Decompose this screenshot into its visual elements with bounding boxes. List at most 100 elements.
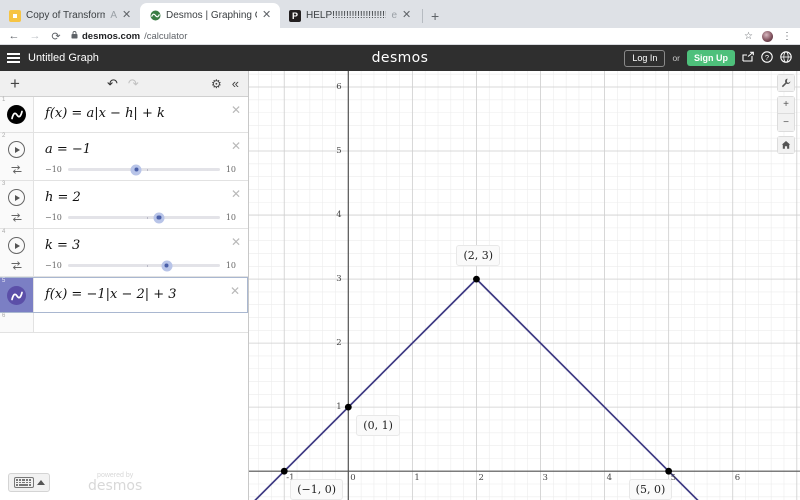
slider-k-track[interactable] [68, 264, 220, 267]
delete-expression-2-icon[interactable]: ✕ [231, 140, 241, 152]
y-tick-2: 2 [336, 338, 341, 348]
swap-icon[interactable] [11, 213, 22, 225]
browser-tab-1[interactable]: Desmos | Graphing Calculator ✕ [140, 3, 280, 28]
help-icon[interactable]: ? [761, 51, 773, 66]
slider-h-max: 10 [226, 213, 236, 222]
delete-expression-1-icon[interactable]: ✕ [231, 104, 241, 116]
expression-body-2[interactable]: a = −1 ✕ −10 10 [34, 133, 248, 180]
login-button[interactable]: Log In [624, 50, 665, 67]
browser-tab-0-close-icon[interactable]: ✕ [122, 10, 132, 21]
forward-icon[interactable]: → [29, 30, 41, 42]
slider-k-knob[interactable] [161, 260, 172, 271]
expression-row-2[interactable]: 2 a = −1 ✕ −10 10 [0, 133, 248, 181]
undo-icon[interactable]: ↶ [102, 77, 123, 90]
expression-gutter-2: 2 [0, 133, 34, 180]
expression-row-4[interactable]: 4 k = 3 ✕ −10 10 [0, 229, 248, 277]
expression-row-5[interactable]: 5 f(x) = −1|x − 2| + 3 ✕ [0, 277, 248, 313]
expression-math-1: f(x) = a|x − h| + k [45, 106, 165, 121]
graph-canvas[interactable]: -10123456123456(−1, 0)(0, 1)(2, 3)(5, 0)… [249, 71, 800, 500]
language-globe-icon[interactable] [780, 51, 792, 66]
svg-text:?: ? [765, 53, 769, 62]
docs-icon [9, 10, 21, 22]
y-tick-3: 3 [336, 274, 341, 284]
slider-k-max: 10 [226, 261, 236, 270]
slider-h-min: −10 [45, 213, 62, 222]
expression-row-3[interactable]: 3 h = 2 ✕ −10 10 [0, 181, 248, 229]
slider-a[interactable]: −10 10 [45, 165, 248, 174]
url-domain: desmos.com [82, 31, 140, 42]
point-label-2[interactable]: (2, 3) [456, 245, 500, 266]
play-icon[interactable] [8, 141, 25, 158]
screenshot-root: Copy of Transformation Form A ✕ Desmos |… [0, 0, 800, 500]
play-icon[interactable] [8, 189, 25, 206]
collapse-panel-icon[interactable]: « [232, 76, 239, 91]
expression-gutter-3: 3 [0, 181, 34, 228]
home-button[interactable] [777, 136, 795, 154]
expression-row-6[interactable]: 6 [0, 313, 248, 333]
expression-index-1: 1 [2, 97, 5, 103]
zoom-out-button[interactable]: − [777, 114, 795, 132]
browser-tab-0-title: Copy of Transformation Form [26, 10, 105, 21]
back-icon[interactable]: ← [8, 30, 20, 42]
zoom-in-button[interactable]: + [777, 96, 795, 114]
slider-h[interactable]: −10 10 [45, 213, 248, 222]
url-path: /calculator [144, 31, 187, 42]
delete-expression-5-icon[interactable]: ✕ [230, 285, 240, 297]
slider-k[interactable]: −10 10 [45, 261, 248, 270]
share-icon[interactable] [742, 51, 754, 66]
swap-icon[interactable] [11, 165, 22, 177]
graph-settings-wrench-icon[interactable] [777, 74, 795, 92]
x-tick-0: 0 [350, 473, 355, 483]
graph-svg [249, 71, 800, 500]
browser-tab-2[interactable]: P HELP!!!!!!!!!!!!!!!!!!!!!!!!! need h e… [280, 3, 420, 28]
keyboard-button[interactable] [8, 473, 50, 492]
delete-expression-4-icon[interactable]: ✕ [231, 236, 241, 248]
slider-h-knob[interactable] [154, 212, 165, 223]
expression-index-5: 5 [2, 278, 5, 284]
expression-index-4: 4 [2, 229, 5, 235]
browser-menu-icon[interactable]: ⋮ [782, 31, 792, 42]
address-bar[interactable]: desmos.com/calculator [71, 30, 735, 43]
expression-math-3: h = 2 [45, 190, 81, 205]
play-icon[interactable] [8, 237, 25, 254]
reload-icon[interactable]: ⟳ [50, 30, 62, 43]
browser-tab-2-close-icon[interactable]: ✕ [402, 10, 412, 21]
new-tab-button[interactable]: + [425, 8, 445, 28]
expression-body-1[interactable]: f(x) = a|x − h| + k ✕ [34, 97, 248, 132]
wave-icon[interactable] [7, 286, 26, 305]
browser-tab-1-close-icon[interactable]: ✕ [262, 10, 272, 21]
point-label-0[interactable]: (−1, 0) [290, 479, 343, 500]
expression-body-4[interactable]: k = 3 ✕ −10 10 [34, 229, 248, 276]
slider-h-track[interactable] [68, 216, 220, 219]
expression-body-3[interactable]: h = 2 ✕ −10 10 [34, 181, 248, 228]
point-label-1[interactable]: (0, 1) [356, 415, 400, 436]
delete-expression-3-icon[interactable]: ✕ [231, 188, 241, 200]
swap-icon[interactable] [11, 261, 22, 273]
panel-toolbar: + ↶ ↷ ⚙ « [0, 71, 248, 97]
bookmark-star-icon[interactable]: ☆ [744, 31, 753, 42]
slider-a-knob[interactable] [131, 164, 142, 175]
expression-row-1[interactable]: 1 f(x) = a|x − h| + k ✕ [0, 97, 248, 133]
slider-a-track[interactable] [68, 168, 220, 171]
gear-icon[interactable]: ⚙ [211, 77, 222, 91]
signup-button[interactable]: Sign Up [687, 50, 735, 66]
desmos-icon [149, 10, 161, 22]
y-tick-1: 1 [336, 402, 341, 412]
caret-up-icon[interactable] [37, 480, 45, 485]
point-label-3[interactable]: (5, 0) [629, 479, 673, 500]
wave-icon[interactable] [7, 105, 26, 124]
expression-index-2: 2 [2, 133, 5, 139]
expression-body-5[interactable]: f(x) = −1|x − 2| + 3 ✕ [34, 278, 247, 312]
expression-math-4: k = 3 [45, 238, 80, 253]
expression-index-3: 3 [2, 181, 5, 187]
slider-a-max: 10 [226, 165, 236, 174]
panel-bottom: powered by desmos [0, 458, 249, 500]
redo-icon[interactable]: ↷ [123, 77, 144, 90]
graph-controls: + − [777, 74, 795, 154]
expression-body-6[interactable] [34, 313, 248, 332]
profile-avatar[interactable] [762, 31, 773, 42]
add-expression-button[interactable]: + [0, 75, 30, 92]
browser-tab-0[interactable]: Copy of Transformation Form A ✕ [0, 3, 140, 28]
watermark-big: desmos [88, 479, 142, 494]
browser-tab-bar: Copy of Transformation Form A ✕ Desmos |… [0, 0, 800, 28]
